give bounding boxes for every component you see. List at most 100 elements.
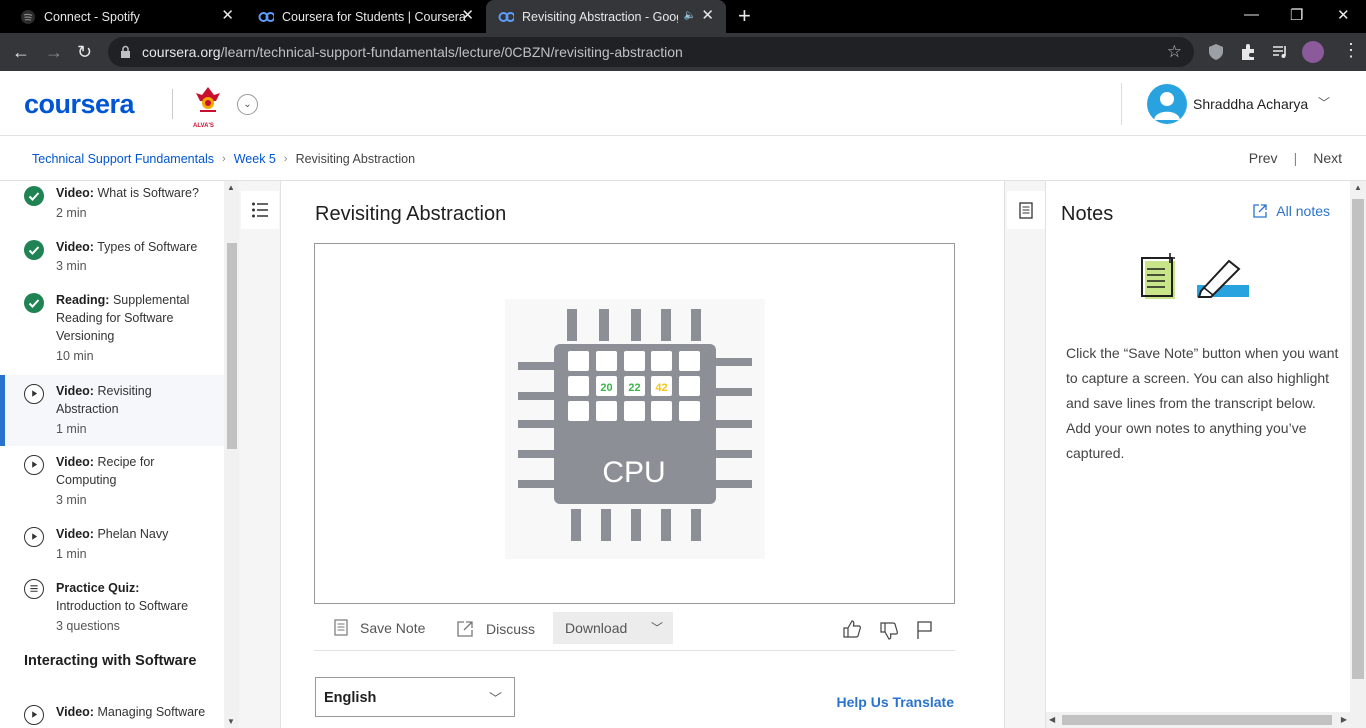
sidebar-item-duration: 3 min (56, 259, 87, 273)
sidebar-item-duration: 10 min (56, 349, 94, 363)
puzzle-extension-icon[interactable] (1239, 43, 1257, 61)
prev-next-nav: Prev | Next (1249, 150, 1342, 166)
chevron-down-icon: ﹀ (650, 621, 663, 635)
notes-illustration (1141, 253, 1249, 299)
lock-icon (120, 45, 131, 64)
breadcrumb-current: Revisiting Abstraction (295, 152, 416, 166)
partner-logo-text: ALVA'S (193, 123, 214, 129)
thumbs-down-icon[interactable] (879, 621, 899, 641)
prev-button[interactable]: Prev (1249, 150, 1278, 166)
sidebar-item-label: Video: Recipe for Computing (56, 455, 155, 487)
speaker-icon: 🔈 (683, 10, 696, 21)
video-player[interactable]: 20 22 42 CPU (314, 243, 955, 604)
new-tab-icon[interactable]: + (738, 5, 751, 27)
close-window-icon[interactable]: ✕ (1337, 6, 1350, 24)
url-field[interactable]: coursera.org/learn/technical-support-fun… (108, 37, 1194, 67)
scroll-down-icon[interactable]: ▼ (227, 717, 235, 726)
tab-label: Coursera for Students | Coursera (282, 9, 466, 24)
note-icon (334, 619, 348, 636)
next-button[interactable]: Next (1313, 150, 1342, 166)
sidebar-item-what-is-software[interactable]: Video: What is Software? 2 min (0, 181, 224, 237)
play-circle-icon (24, 705, 44, 725)
sidebar-item-supplemental-reading[interactable]: Reading: Supplemental Reading for Softwa… (0, 291, 224, 375)
divider (172, 89, 173, 119)
sidebar-item-label: Practice Quiz: Introduction to Software (56, 581, 189, 613)
save-note-button[interactable]: Save Note (334, 619, 425, 636)
flag-icon[interactable] (916, 620, 934, 640)
restore-icon[interactable]: ❐ (1290, 6, 1303, 24)
scrollbar-thumb[interactable] (227, 243, 237, 449)
horizontal-scrollbar[interactable]: ◀ ▶ (1046, 712, 1350, 728)
coursera-logo[interactable]: coursera (24, 89, 135, 120)
notes-title: Notes (1061, 203, 1114, 225)
help-us-translate-link[interactable]: Help Us Translate (837, 694, 955, 710)
notes-instructions: Click the “Save Note” button when you wa… (1066, 345, 1339, 461)
forward-icon[interactable]: → (45, 42, 63, 62)
profile-avatar[interactable] (1302, 41, 1324, 63)
tab-revisiting-abstraction[interactable]: Revisiting Abstraction - Goog 🔈 ✕ (486, 0, 726, 33)
media-control-icon[interactable] (1271, 43, 1289, 61)
shield-extension-icon[interactable] (1207, 43, 1225, 61)
close-tab-icon[interactable]: ✕ (461, 8, 474, 24)
scrollbar-thumb[interactable] (1352, 199, 1364, 679)
list-icon (252, 202, 268, 218)
close-tab-icon[interactable]: ✕ (701, 8, 714, 24)
tab-label: Connect - Spotify (44, 9, 140, 24)
sidebar-scrollbar[interactable]: ▲ ▼ (224, 181, 239, 728)
sidebar-item-recipe-for-computing[interactable]: Video: Recipe for Computing 3 min (0, 446, 224, 518)
download-dropdown[interactable]: Download ﹀ (553, 612, 673, 644)
breadcrumb-week[interactable]: Week 5 (234, 152, 276, 166)
close-tab-icon[interactable]: ✕ (221, 8, 234, 24)
tab-spotify[interactable]: Connect - Spotify ✕ (0, 0, 246, 33)
chevron-down-icon[interactable]: ⌄ (237, 94, 258, 115)
scroll-left-icon[interactable]: ◀ (1049, 715, 1055, 724)
breadcrumb-bar: Technical Support Fundamentals › Week 5 … (0, 136, 1366, 181)
scroll-up-icon[interactable]: ▲ (1354, 183, 1362, 192)
sidebar-item-practice-quiz[interactable]: Practice Quiz: Introduction to Software 3… (0, 572, 224, 644)
coursera-icon (498, 9, 514, 25)
outline-toggle-button[interactable] (241, 191, 279, 229)
chevron-right-icon: › (222, 153, 226, 165)
sidebar-item-label: Video: What is Software? (56, 186, 199, 200)
sidebar-item-phelan-navy[interactable]: Video: Phelan Navy 1 min (0, 518, 224, 572)
sidebar-item-label: Video: Types of Software (56, 240, 198, 254)
play-circle-icon (24, 527, 44, 547)
sidebar-item-revisiting-abstraction[interactable]: Video: Revisiting Abstraction 1 min (0, 375, 224, 446)
divider (1121, 83, 1122, 125)
scroll-up-icon[interactable]: ▲ (227, 183, 235, 192)
reload-icon[interactable]: ↻ (77, 42, 92, 62)
avatar[interactable] (1147, 84, 1187, 124)
bookmark-star-icon[interactable]: ☆ (1167, 42, 1182, 62)
address-bar: ← → ↻ coursera.org/learn/technical-suppo… (0, 33, 1366, 71)
thumbs-up-icon[interactable] (842, 619, 862, 639)
minimize-icon[interactable]: — (1244, 6, 1259, 23)
sidebar-item-managing-software[interactable]: Video: Managing Software (0, 703, 224, 728)
breadcrumb-course[interactable]: Technical Support Fundamentals (32, 152, 214, 166)
sidebar-item-label: Video: Revisiting Abstraction (56, 384, 152, 416)
course-outline-sidebar: Video: What is Software? 2 min Video: Ty… (0, 181, 239, 728)
cpu-cell-value: 42 (655, 382, 667, 394)
sidebar-item-duration: 3 min (56, 493, 87, 507)
sidebar-item-label: Video: Phelan Navy (56, 527, 169, 541)
tab-coursera-students[interactable]: Coursera for Students | Coursera ✕ (238, 0, 486, 33)
sidebar-item-types-of-software[interactable]: Video: Types of Software 3 min (0, 237, 224, 291)
note-icon (1019, 201, 1033, 219)
language-select[interactable]: English ﹀ (315, 677, 515, 717)
chevron-down-icon[interactable]: ﹀ (1318, 94, 1330, 111)
sidebar-item-duration: 2 min (56, 206, 87, 220)
partner-logo[interactable] (192, 85, 224, 121)
scrollbar-thumb[interactable] (1062, 715, 1332, 725)
back-icon[interactable]: ← (12, 42, 30, 62)
check-circle-icon (24, 293, 44, 313)
browser-menu-icon[interactable]: ⋮ (1342, 40, 1360, 60)
cpu-cell-value: 22 (628, 382, 640, 394)
scroll-right-icon[interactable]: ▶ (1341, 715, 1347, 724)
user-name[interactable]: Shraddha Acharya (1193, 96, 1308, 112)
cpu-cell-value: 20 (600, 382, 612, 394)
notes-toggle-button[interactable] (1007, 191, 1045, 229)
coursera-icon (258, 9, 274, 25)
external-link-icon (1253, 204, 1267, 218)
discuss-button[interactable]: Discuss (456, 620, 535, 638)
page-scrollbar[interactable]: ▲ (1350, 181, 1366, 728)
all-notes-link[interactable]: All notes (1252, 203, 1330, 219)
